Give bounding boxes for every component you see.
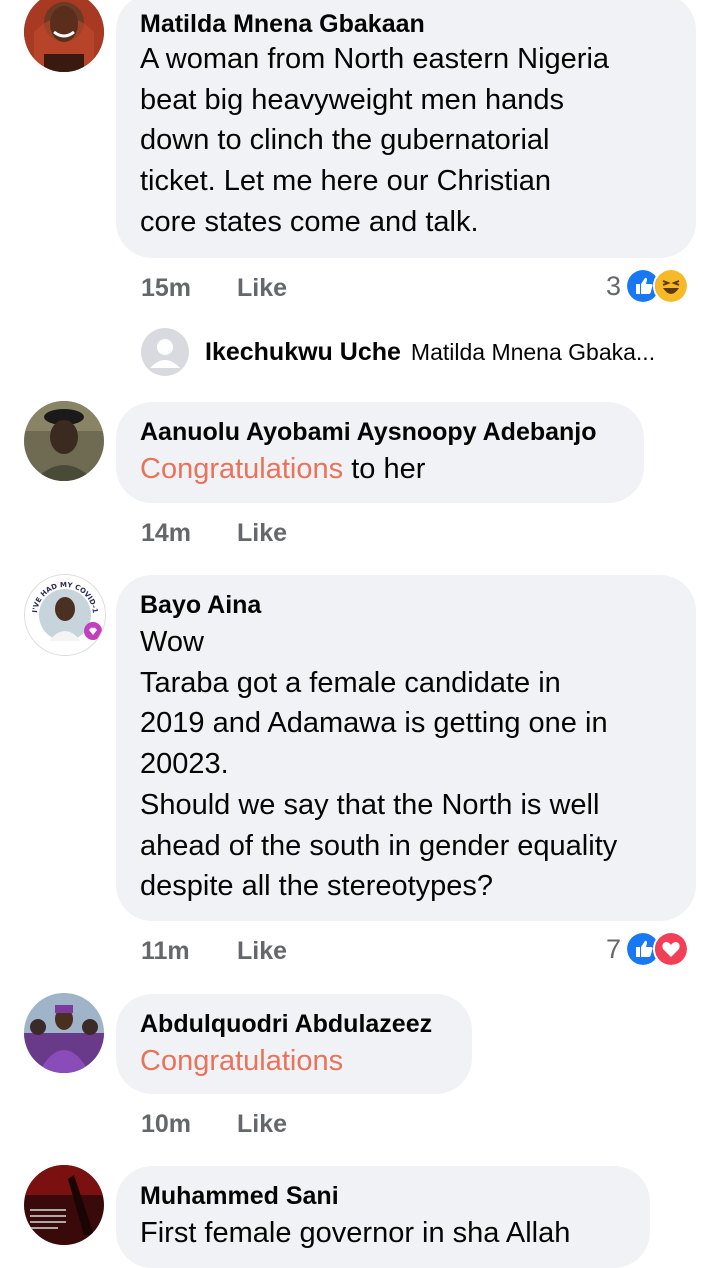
reply-snippet: Matilda Mnena Gbaka... (410, 338, 656, 365)
comment-bubble: Aanuolu Ayobami Aysnoopy Adebanjo Congra… (116, 402, 644, 503)
avatar[interactable] (24, 0, 104, 72)
comment-bubble: Bayo Aina Wow Taraba got a female candid… (116, 575, 696, 921)
reply-author[interactable]: Ikechukwu Uche (205, 338, 401, 367)
comment-time[interactable]: 14m (141, 519, 191, 548)
reaction-summary[interactable]: 7 (606, 931, 690, 967)
comment-author[interactable]: Bayo Aina (140, 591, 261, 620)
like-button[interactable]: Like (237, 937, 287, 966)
comment-author[interactable]: Muhammed Sani (140, 1182, 339, 1211)
reaction-summary[interactable]: 3 (606, 268, 690, 304)
reaction-count: 7 (606, 933, 622, 964)
avatar[interactable] (24, 401, 104, 481)
comment-bubble: Matilda Mnena Gbakaan A woman from North… (116, 0, 696, 258)
comment-time[interactable]: 11m (141, 937, 190, 966)
haha-reaction-icon (653, 268, 690, 304)
mention-highlight[interactable]: Congratulations (140, 453, 343, 485)
comment-text: Congratulations (140, 1041, 343, 1082)
comment-text: First female governor in sha Allah (140, 1217, 571, 1249)
comment-text: Congratulations to her (140, 449, 425, 490)
avatar[interactable]: I'VE HAD MY COVID-19 VACCINE (24, 574, 106, 656)
avatar[interactable] (24, 993, 104, 1073)
love-reaction-icon (653, 931, 690, 967)
comment-time[interactable]: 15m (141, 274, 191, 303)
reply-preview[interactable]: Ikechukwu Uche Matilda Mnena Gbaka... (141, 328, 655, 376)
comment-time[interactable]: 10m (141, 1110, 191, 1139)
like-button[interactable]: Like (237, 519, 287, 548)
comment-text: Wow Taraba got a female candidate in 201… (140, 626, 618, 903)
default-avatar-icon (141, 328, 189, 376)
mention-highlight[interactable]: Congratulations (140, 1045, 343, 1077)
comment-bubble: Muhammed Sani First female governor in s… (116, 1166, 650, 1268)
comment-author[interactable]: Aanuolu Ayobami Aysnoopy Adebanjo (140, 418, 597, 447)
like-button[interactable]: Like (237, 1110, 287, 1139)
comment-author[interactable]: Abdulquodri Abdulazeez (140, 1010, 432, 1039)
avatar[interactable] (24, 1165, 104, 1245)
like-button[interactable]: Like (237, 274, 287, 303)
comment-bubble: Abdulquodri Abdulazeez Congratulations (116, 994, 472, 1094)
comment-author[interactable]: Matilda Mnena Gbakaan (140, 10, 425, 39)
comment-text: A woman from North eastern Nigeria beat … (140, 43, 610, 238)
comment-text-rest: to her (343, 453, 426, 485)
reaction-count: 3 (606, 270, 622, 301)
